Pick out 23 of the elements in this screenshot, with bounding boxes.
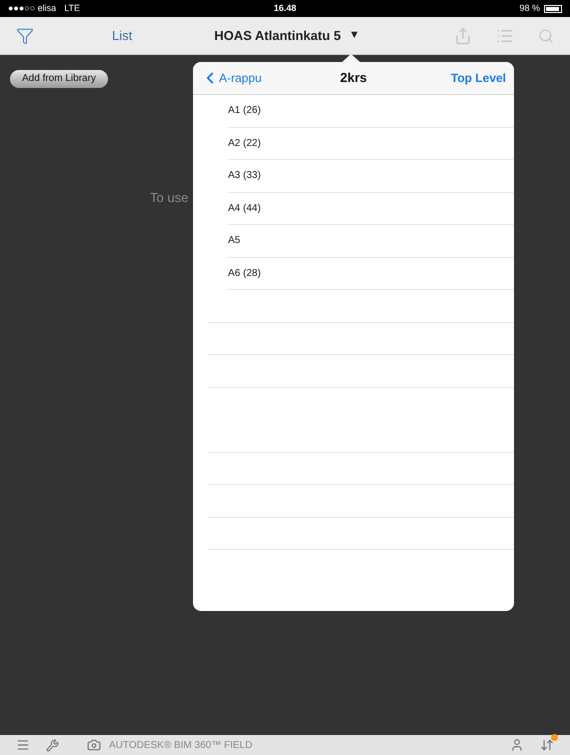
level-item[interactable]: A3 (33): [228, 168, 261, 184]
battery-icon: [544, 4, 562, 12]
level-item[interactable]: A4 (44): [228, 200, 261, 216]
carrier-text: ●●●○○ elisa: [8, 2, 56, 15]
back-button[interactable]: A-rappu: [201, 69, 301, 87]
brand-text: AUTODESK® BIM 360™ FIELD: [109, 738, 252, 752]
top-level-button[interactable]: Top Level: [406, 69, 506, 87]
network-text: LTE: [64, 2, 80, 15]
level-item[interactable]: A2 (22): [228, 136, 261, 151]
menu-button[interactable]: [16, 738, 30, 752]
level-item[interactable]: A5: [228, 233, 240, 248]
list-button[interactable]: List: [112, 26, 132, 46]
add-from-library-button[interactable]: Add from Library: [10, 70, 108, 88]
level-item[interactable]: A1 (26): [228, 103, 261, 118]
instruction-text: To use: [150, 189, 188, 207]
popover-title: 2krs: [339, 69, 368, 88]
battery-text: 98 %: [519, 2, 540, 15]
clock-text: 16.48: [274, 2, 296, 15]
tools-button[interactable]: [46, 738, 59, 752]
level-item[interactable]: A6 (28): [228, 266, 261, 281]
project-title[interactable]: HOAS Atlantinkatu 5 ▼: [214, 26, 360, 46]
camera-button[interactable]: [87, 738, 101, 752]
user-button[interactable]: [510, 738, 524, 752]
